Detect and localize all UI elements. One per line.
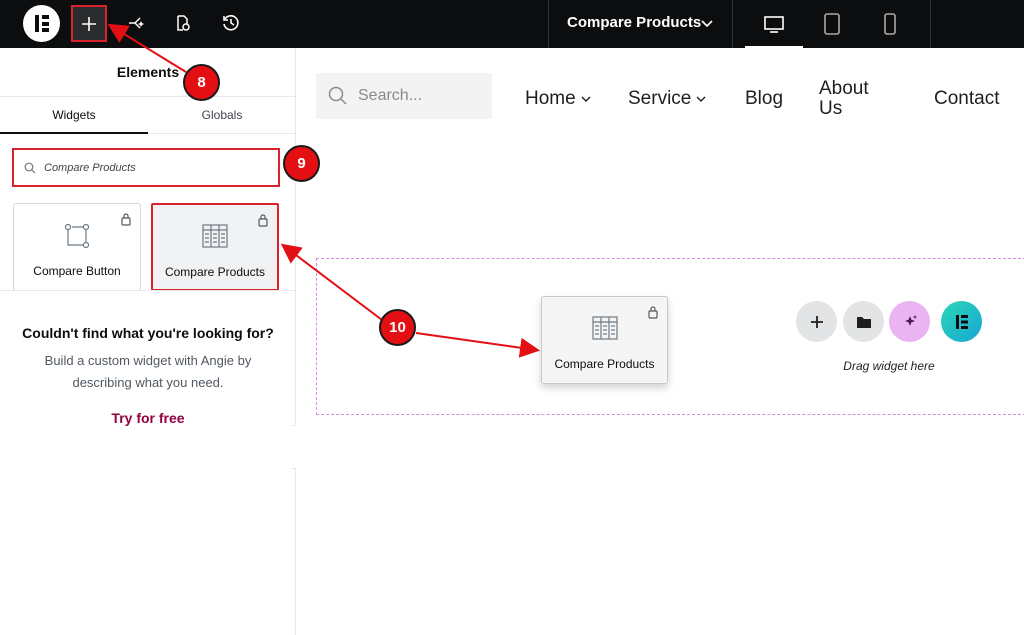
divider bbox=[0, 290, 296, 291]
search-icon bbox=[24, 162, 36, 173]
widget-label: Compare Button bbox=[33, 264, 121, 278]
divider bbox=[930, 0, 931, 48]
nav-item-about-us[interactable]: About Us bbox=[819, 79, 889, 119]
site-settings-icon bbox=[129, 17, 144, 29]
add-icon bbox=[82, 16, 96, 31]
widget-search-input[interactable]: Compare Products bbox=[12, 148, 280, 187]
panel-title: Elements bbox=[116, 64, 180, 80]
top-bar: Compare Products bbox=[0, 0, 1024, 48]
search-value: Compare Products bbox=[44, 161, 136, 174]
nav-label: About Us bbox=[819, 78, 869, 119]
ai-generate-button[interactable] bbox=[889, 301, 930, 342]
lock-icon bbox=[258, 214, 268, 227]
lock-icon bbox=[648, 306, 658, 319]
chevron-down-icon bbox=[581, 96, 591, 102]
tablet-icon bbox=[824, 13, 840, 35]
step-badge-8: 8 bbox=[183, 64, 220, 101]
add-template-button[interactable] bbox=[843, 301, 884, 342]
nav-label: Service bbox=[628, 88, 692, 109]
widget-compare-button[interactable]: Compare Button bbox=[13, 203, 141, 291]
tab-widgets[interactable]: Widgets bbox=[0, 97, 148, 134]
try-for-free-link[interactable]: Try for free bbox=[0, 410, 296, 426]
desktop-view-button[interactable] bbox=[745, 0, 803, 48]
site-settings-button[interactable] bbox=[118, 5, 154, 41]
divider bbox=[548, 0, 549, 48]
page-settings-icon bbox=[177, 15, 190, 31]
chevron-down-icon bbox=[696, 96, 706, 102]
search-icon bbox=[328, 86, 347, 105]
widget-compare-products[interactable]: Compare Products bbox=[151, 203, 279, 291]
not-found-title: Couldn't find what you're looking for? bbox=[22, 325, 274, 341]
add-section-button[interactable] bbox=[796, 301, 837, 342]
nav-item-service[interactable]: Service bbox=[628, 88, 707, 110]
add-icon bbox=[810, 315, 823, 328]
elementor-kit-button[interactable] bbox=[941, 301, 982, 342]
history-button[interactable] bbox=[213, 5, 249, 41]
compare-products-icon bbox=[202, 224, 228, 248]
not-found-description: Build a custom widget with Angie by desc… bbox=[44, 353, 252, 390]
dragged-widget-card[interactable]: Compare Products bbox=[541, 296, 668, 384]
nav-label: Contact bbox=[934, 88, 1000, 109]
compare-button-icon bbox=[64, 223, 90, 249]
nav-label: Blog bbox=[745, 88, 784, 109]
site-search-input[interactable]: Search... bbox=[316, 73, 492, 119]
step-badge-10: 10 bbox=[379, 309, 416, 346]
elementor-logo-button[interactable] bbox=[23, 5, 60, 42]
tab-globals[interactable]: Globals bbox=[148, 97, 296, 134]
widget-label: Compare Products bbox=[554, 357, 655, 371]
step-badge-9: 9 bbox=[283, 145, 320, 182]
compare-products-icon bbox=[591, 316, 618, 340]
page-settings-button[interactable] bbox=[164, 5, 200, 41]
history-icon bbox=[223, 15, 239, 31]
elements-panel: Elements Widgets Globals Compare Product… bbox=[0, 48, 296, 635]
nav-item-blog[interactable]: Blog bbox=[745, 88, 783, 110]
chevron-down-icon bbox=[701, 20, 713, 28]
lock-icon bbox=[121, 213, 131, 226]
mobile-icon bbox=[884, 13, 896, 35]
divider bbox=[732, 0, 733, 48]
tablet-view-button[interactable] bbox=[803, 0, 861, 48]
widget-label: Compare Products bbox=[164, 265, 266, 279]
desktop-icon bbox=[764, 16, 784, 33]
nav-item-home[interactable]: Home bbox=[525, 88, 592, 110]
ai-sparkle-icon bbox=[904, 314, 917, 326]
search-placeholder: Search... bbox=[358, 87, 423, 104]
document-title[interactable]: Compare Products bbox=[567, 14, 701, 31]
folder-icon bbox=[856, 316, 871, 328]
nav-item-contact[interactable]: Contact bbox=[934, 88, 999, 110]
editor-screen: Compare Products Elements Widgets Global… bbox=[0, 0, 1024, 635]
drop-hint: Drag widget here bbox=[843, 359, 935, 373]
nav-label: Home bbox=[525, 88, 576, 109]
add-element-button[interactable] bbox=[71, 5, 107, 42]
mobile-view-button[interactable] bbox=[861, 0, 919, 48]
document-menu-button[interactable] bbox=[700, 13, 714, 38]
elementor-logo-icon bbox=[955, 314, 968, 329]
